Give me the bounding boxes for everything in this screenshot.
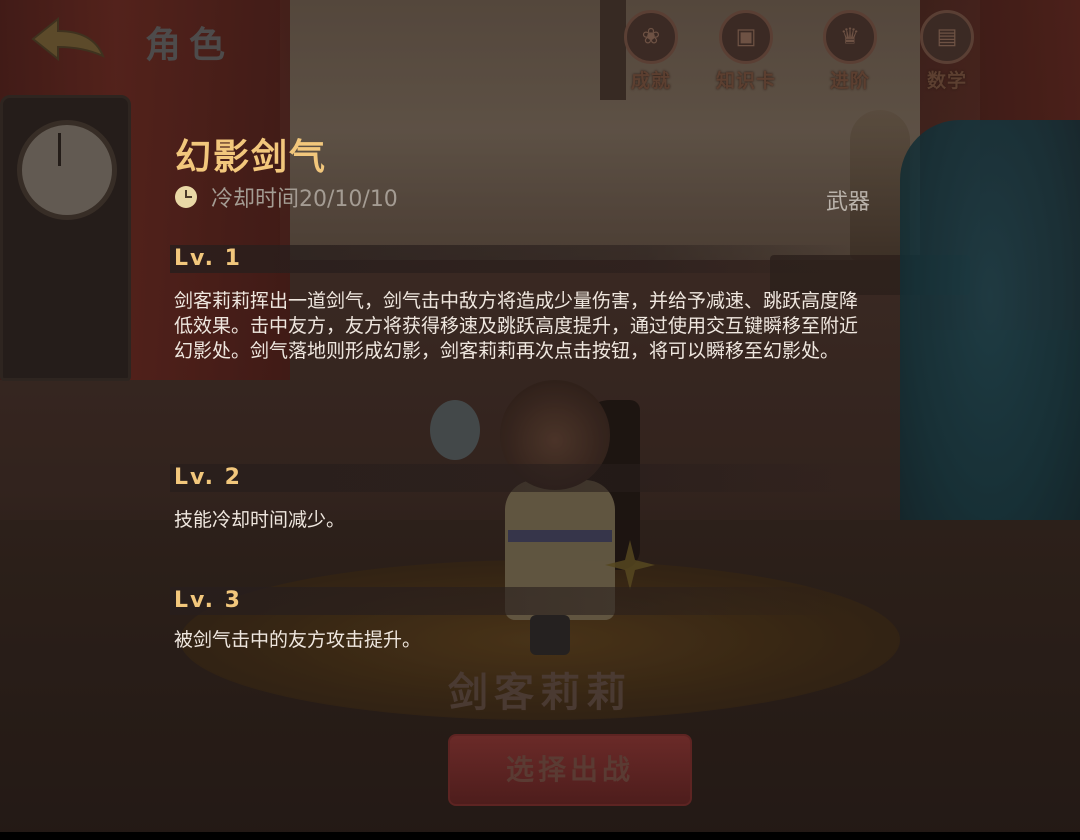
level-3-label: Lv. 3 <box>174 588 242 613</box>
level-2-band <box>170 464 850 492</box>
skill-type-tag: 武器 <box>826 190 871 215</box>
clock-icon <box>175 186 197 208</box>
cooldown-text: 冷却时间20/10/10 <box>211 187 398 212</box>
level-1-description: 剑客莉莉挥出一道剑气，剑气击中敌方将造成少量伤害，并给予减速、跳跃高度降低效果。… <box>174 290 859 362</box>
level-2-label: Lv. 2 <box>174 465 242 490</box>
skill-detail-panel[interactable]: 幻影剑气 冷却时间20/10/10 武器 Lv. 1 剑客莉莉挥出一道剑气，剑气… <box>0 0 1080 840</box>
level-3-description: 被剑气击中的友方攻击提升。 <box>174 629 422 651</box>
level-1-label: Lv. 1 <box>174 246 242 271</box>
level-3-band <box>170 587 850 615</box>
level-2-description: 技能冷却时间减少。 <box>174 509 346 531</box>
cooldown-row: 冷却时间20/10/10 <box>175 182 398 212</box>
bottom-edge-bar <box>0 832 1080 840</box>
skill-name: 幻影剑气 <box>175 137 328 178</box>
level-1-band <box>170 245 850 273</box>
